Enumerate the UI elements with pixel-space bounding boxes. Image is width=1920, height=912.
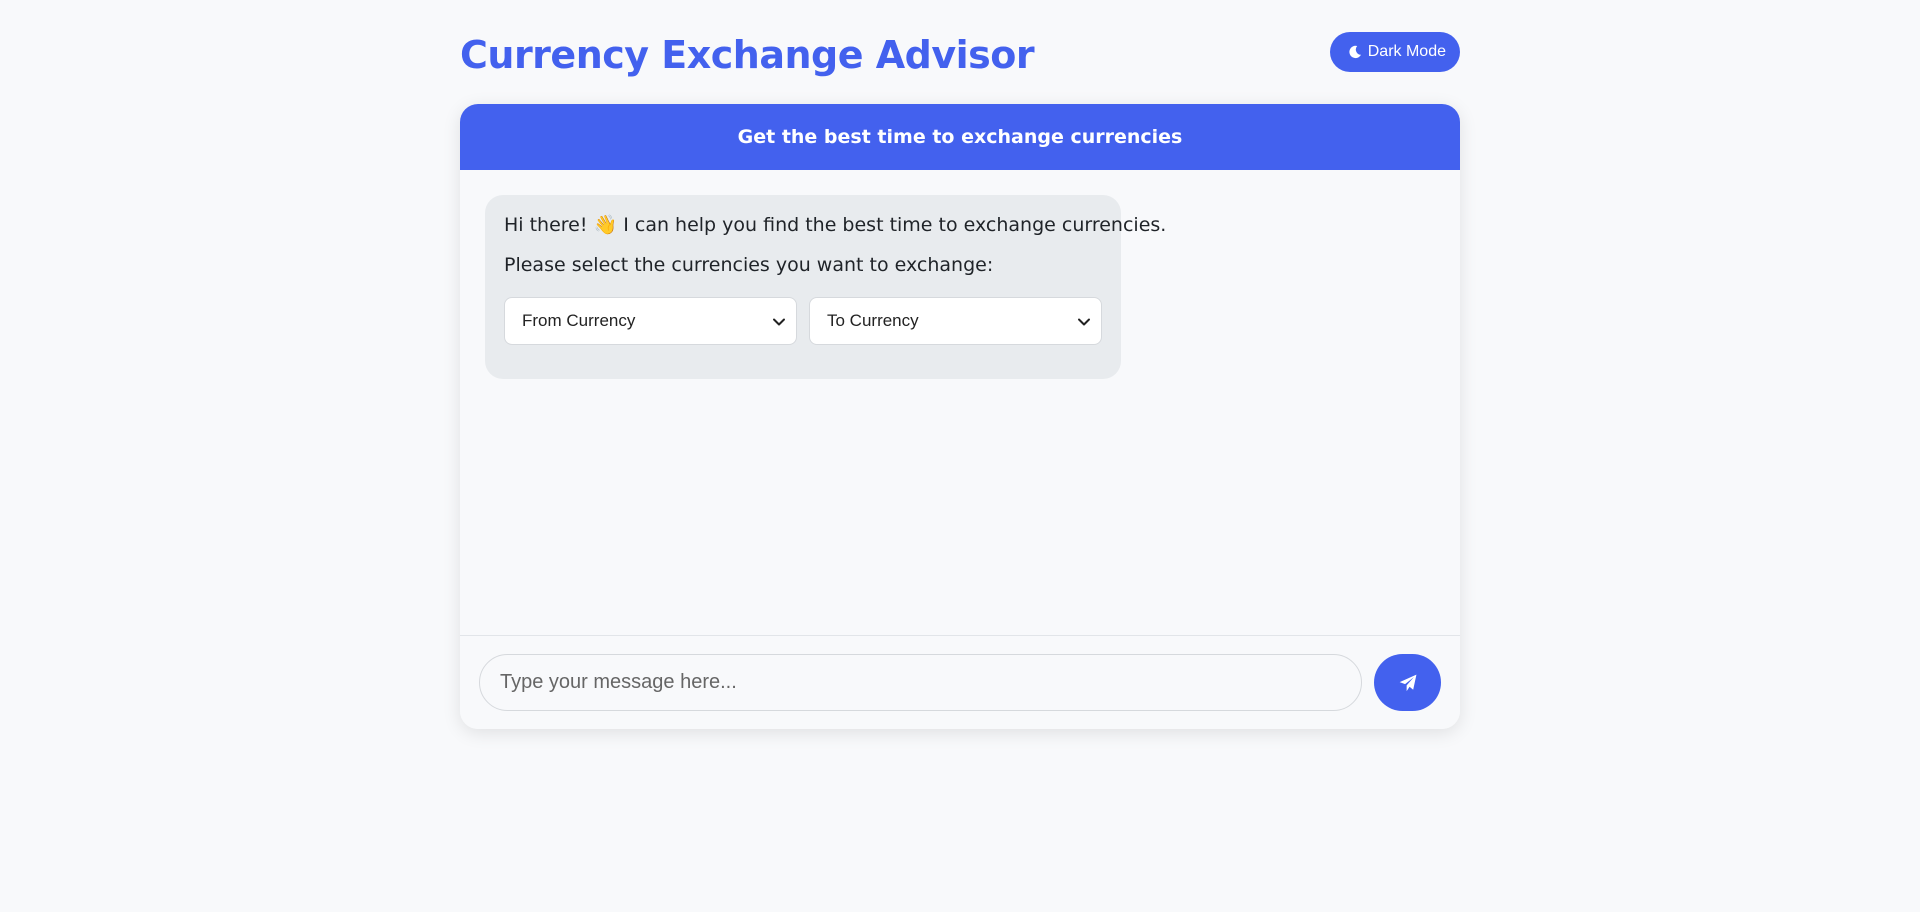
to-currency-select[interactable]: To Currency [809,297,1102,345]
message-list[interactable]: Hi there! 👋 I can help you find the best… [460,170,1460,640]
from-currency-value: From Currency [522,311,636,330]
bot-message-greeting: Hi there! 👋 I can help you find the best… [504,214,1167,236]
app-title: Currency Exchange Advisor [460,33,1035,77]
dark-mode-toggle-button[interactable]: Dark Mode [1329,32,1460,72]
top-bar: Currency Exchange Advisor Dark Mode [460,30,1460,80]
bot-message-instruction: Please select the currencies you want to… [504,254,994,276]
bot-message: Hi there! 👋 I can help you find the best… [485,195,1167,379]
dark-mode-label: Dark Mode [1367,43,1446,60]
currency-selects: From Currency To Currency [504,297,1102,345]
from-currency-select[interactable]: From Currency [504,297,797,345]
chevron-down-icon [1078,318,1090,326]
input-bar [460,635,1460,729]
chevron-down-icon [773,318,785,326]
chat-header: Get the best time to exchange currencies [460,104,1460,170]
send-button[interactable] [1374,654,1441,711]
paper-plane-icon [1399,674,1416,691]
to-currency-value: To Currency [827,311,919,330]
moon-icon [1349,45,1361,59]
chat-panel: Get the best time to exchange currencies… [460,104,1460,729]
message-input[interactable] [479,654,1362,711]
